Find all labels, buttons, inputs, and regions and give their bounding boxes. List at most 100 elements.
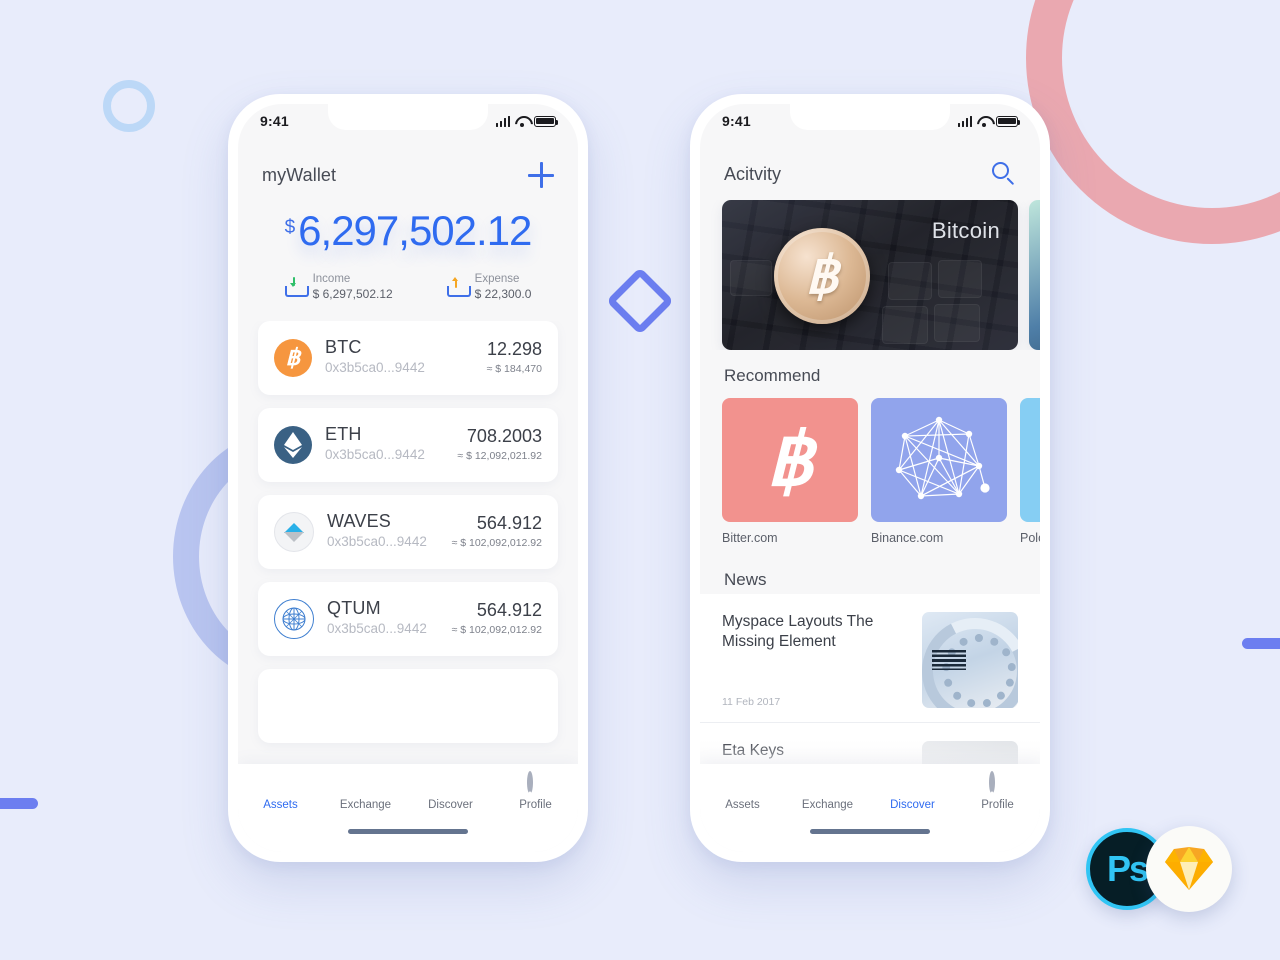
decorative-pink-ring [1026, 0, 1280, 244]
asset-amount: 708.2003 [466, 426, 542, 447]
recommend-list[interactable]: ฿ Bitter.com Binance.com Pol [700, 398, 1040, 554]
phone-mockup-activity: 9:41 Acitvity ฿ Bitcoin Recommend ฿ Bitt… [690, 94, 1050, 862]
news-section-title: News [724, 570, 767, 589]
asset-fiat-value: ≈ $ 102,092,012.92 [451, 623, 542, 636]
tab-label: Exchange [801, 799, 854, 811]
wallet-screen: 9:41 myWallet $ 6,297,502.12 Income $ 6,… [238, 104, 578, 852]
wallet-header: myWallet [238, 138, 578, 188]
tab-label: Assets [725, 799, 760, 811]
sketch-diamond-icon [1165, 847, 1213, 890]
signal-icon [495, 115, 510, 127]
tab-exchange[interactable]: Exchange [785, 774, 870, 811]
status-icons [495, 115, 559, 127]
decorative-bar-left [0, 798, 38, 809]
tab-label: Discover [428, 799, 473, 811]
battery-icon [996, 115, 1021, 127]
tab-profile[interactable]: Profile [493, 771, 578, 811]
income-value: $ 6,297,502.12 [312, 286, 393, 301]
wifi-icon [977, 116, 991, 127]
wifi-icon [515, 116, 529, 127]
asset-row-waves[interactable]: WAVES 0x3b5ca0...9442 564.912 ≈ $ 102,09… [258, 494, 558, 569]
exchange-waves-icon [818, 774, 838, 794]
banner-carousel[interactable]: ฿ Bitcoin [700, 200, 1040, 350]
home-indicator[interactable] [348, 829, 468, 834]
exchange-waves-icon [356, 774, 376, 794]
bitcoin-symbol-icon: ฿ [722, 398, 858, 522]
income-expense-row: Income $ 6,297,502.12 Expense $ 22,300.0 [238, 272, 578, 303]
tab-profile[interactable]: Profile [955, 771, 1040, 811]
waves-coin-icon [274, 511, 314, 552]
news-item[interactable]: Myspace Layouts The Missing Element 11 F… [700, 594, 1040, 723]
tab-exchange[interactable]: Exchange [323, 774, 408, 811]
plus-icon[interactable] [528, 162, 554, 188]
banner-bitcoin[interactable]: ฿ Bitcoin [722, 200, 1018, 350]
assets-diamond-icon [733, 774, 753, 794]
banner-next[interactable] [1029, 200, 1040, 350]
banner-label: Bitcoin [931, 218, 1000, 243]
discover-circle-icon [441, 774, 461, 794]
income-tray-icon [284, 277, 309, 298]
recommend-item-binance[interactable]: Binance.com [871, 398, 1007, 554]
search-icon[interactable] [992, 162, 1016, 186]
ethereum-coin-icon [274, 425, 312, 464]
asset-fiat-value: ≈ $ 12,092,021.92 [457, 449, 542, 462]
discover-circle-icon [903, 774, 923, 794]
asset-row-eth[interactable]: ETH 0x3b5ca0...9442 708.2003 ≈ $ 12,092,… [258, 407, 558, 482]
activity-header: Acitvity [700, 138, 1040, 186]
news-list[interactable]: Myspace Layouts The Missing Element 11 F… [700, 594, 1040, 764]
asset-address: 0x3b5ca0...9442 [325, 360, 425, 376]
sketch-badge [1146, 826, 1232, 912]
income-summary: Income $ 6,297,502.12 [284, 272, 393, 303]
asset-symbol: BTC [325, 337, 362, 358]
status-icons [957, 115, 1021, 127]
phone-mockup-wallet: 9:41 myWallet $ 6,297,502.12 Income $ 6,… [228, 94, 588, 862]
asset-symbol: ETH [325, 424, 362, 445]
battery-icon [534, 115, 559, 127]
home-indicator[interactable] [810, 829, 930, 834]
recommend-section-title: Recommend [724, 366, 821, 385]
tab-bar[interactable]: Assets Exchange Discover Profile [238, 764, 578, 852]
decorative-diamond-shape [606, 267, 674, 335]
tab-assets[interactable]: Assets [700, 774, 785, 811]
recommend-label: Polon [1020, 531, 1040, 545]
asset-symbol: WAVES [327, 511, 392, 532]
balance-row: $ 6,297,502.12 [285, 207, 533, 254]
asset-list[interactable]: ฿ BTC 0x3b5ca0...9442 12.298 ≈ $ 184,470… [238, 320, 578, 764]
tab-label: Profile [519, 799, 552, 811]
asset-amount: 564.912 [476, 513, 542, 534]
decorative-bar-right [1242, 638, 1280, 649]
asset-row-partial[interactable] [258, 668, 558, 743]
asset-address: 0x3b5ca0...9442 [325, 447, 425, 463]
profile-person-icon [988, 771, 1008, 794]
tab-bar[interactable]: Assets Exchange Discover Profile [700, 764, 1040, 852]
news-thumbnail [922, 612, 1018, 708]
photoshop-label: Ps [1106, 848, 1149, 889]
tab-discover[interactable]: Discover [870, 774, 955, 811]
asset-amount: 564.912 [476, 600, 542, 621]
qtum-coin-icon [274, 598, 314, 639]
recommend-label: Binance.com [871, 531, 944, 545]
decorative-blue-ring [103, 80, 155, 132]
asset-row-btc[interactable]: ฿ BTC 0x3b5ca0...9442 12.298 ≈ $ 184,470 [258, 320, 558, 395]
status-time: 9:41 [260, 113, 289, 129]
tab-label: Exchange [339, 799, 392, 811]
balance-amount: 6,297,502.12 [298, 207, 532, 254]
status-bar: 9:41 [238, 104, 578, 138]
asset-row-qtum[interactable]: QTUM 0x3b5ca0...9442 564.912 ≈ $ 102,092… [258, 581, 558, 656]
balance-section: $ 6,297,502.12 Income $ 6,297,502.12 Exp… [238, 210, 578, 303]
asset-fiat-value: ≈ $ 184,470 [486, 362, 542, 375]
bitcoin-coin-photo-icon: ฿ [774, 228, 870, 324]
expense-tray-icon [446, 276, 471, 298]
tab-discover[interactable]: Discover [408, 774, 493, 811]
activity-screen: 9:41 Acitvity ฿ Bitcoin Recommend ฿ Bitt… [700, 104, 1040, 852]
signal-icon [957, 115, 972, 127]
tab-label: Assets [263, 799, 298, 811]
asset-address: 0x3b5ca0...9442 [327, 534, 427, 550]
recommend-item-bitter[interactable]: ฿ Bitter.com [722, 398, 858, 554]
tab-assets[interactable]: Assets [238, 774, 323, 811]
poloniex-icon [1020, 398, 1040, 522]
income-label: Income [312, 273, 351, 285]
asset-amount: 12.298 [486, 339, 542, 360]
expense-value: $ 22,300.0 [474, 286, 532, 301]
recommend-item-poloniex[interactable]: Polon [1020, 398, 1040, 554]
